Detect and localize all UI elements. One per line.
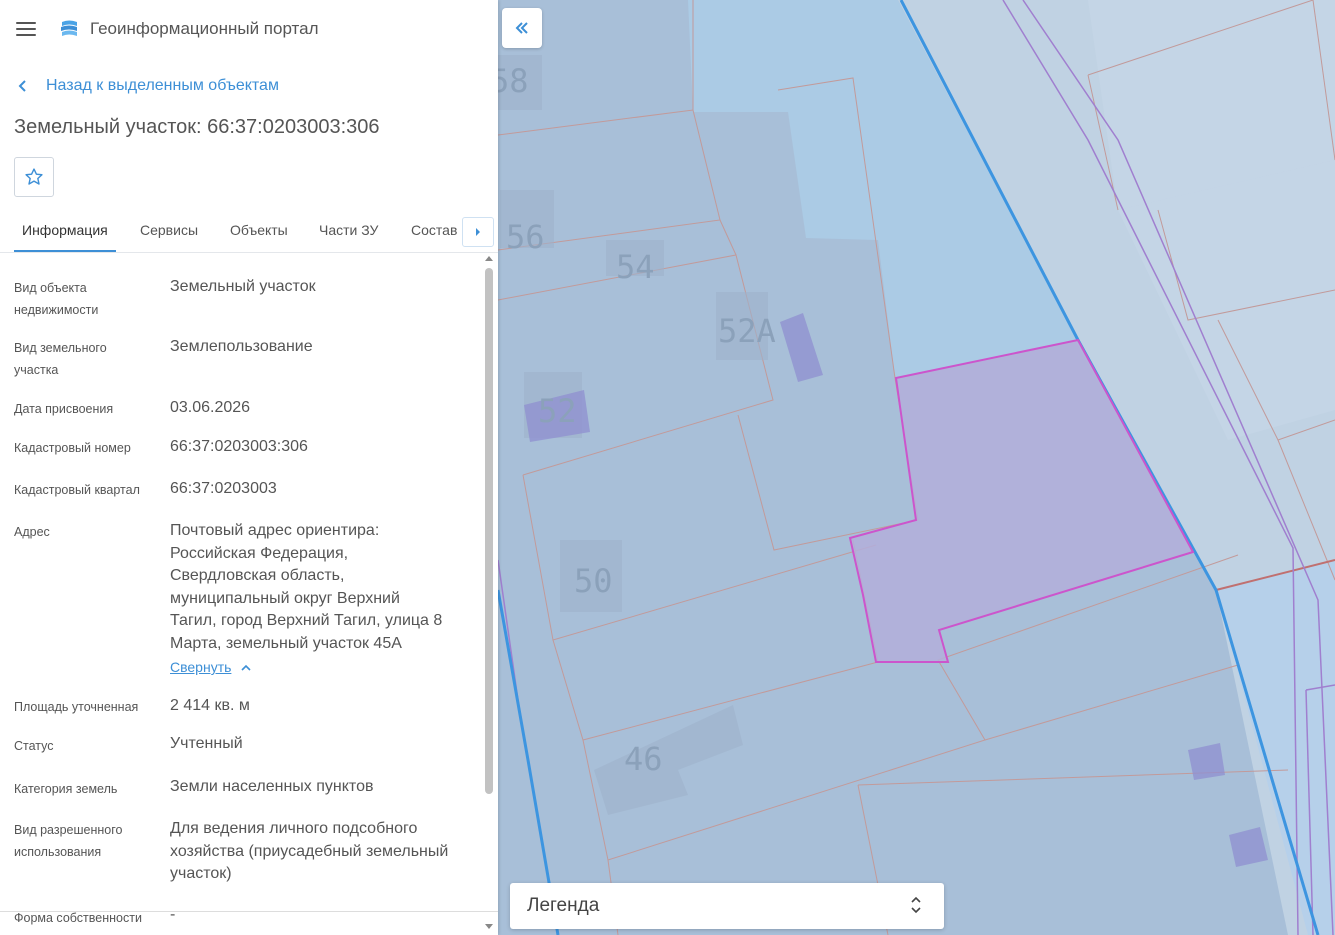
map-label-46: 46 [624,740,663,778]
land-category-value: Земли населенных пунктов [170,778,374,795]
panel-divider [0,911,498,912]
assign-date-value: 03.06.2026 [170,399,251,416]
address-line: Марта, земельный участок 45А [170,634,402,652]
tab-services[interactable]: Сервисы [140,208,198,250]
tab-information[interactable]: Информация [14,208,116,252]
info-panel: Геоинформационный портал Назад к выделен… [0,0,498,935]
object-type-value: Земельный участок [170,278,316,295]
double-chevron-left-icon [515,22,528,34]
address-line: муниципальный округ Верхний [170,589,400,607]
ownership-value: - [170,906,176,923]
logo-icon [61,20,77,36]
address-line: Российская Федерация, [170,544,349,562]
cadastral-map[interactable]: 58 56 54 52А 52 50 46 [498,0,1335,935]
details-scrollbar[interactable] [484,256,494,935]
collapse-address-link[interactable]: Свернуть [170,659,251,675]
map-label-56: 56 [506,218,545,256]
map-label-50: 50 [574,562,613,600]
address-label: Адрес [14,525,50,539]
permitted-use-line: участок) [170,865,232,882]
address-line: Тагил, город Верхний Тагил, улица 8 [170,612,443,629]
caret-right-icon [476,228,480,236]
parcel-type-label: Вид земельного участка [14,341,107,377]
permitted-use-line: Для ведения личного подсобного [170,820,418,837]
tab-bar: Информация Сервисы Объекты Части ЗУ Сост… [0,208,498,253]
scrollbar-thumb[interactable] [485,268,493,794]
permitted-use-line: хозяйства (приусадебный земельный [170,842,449,860]
sort-arrows-icon [911,896,921,914]
chevron-up-icon [241,664,251,671]
map-label-58: 58 [498,62,529,100]
back-link-label: Назад к выделенным объектам [46,77,279,94]
star-icon [25,168,43,185]
area-value: 2 414 кв. м [170,697,250,714]
land-category-label: Категория земель [14,782,118,796]
assign-date-label: Дата присвоения [14,402,114,416]
app-title: Геоинформационный портал [90,19,319,38]
map-labels: 58 56 54 52А 52 50 46 [498,62,776,778]
cadastral-quarter-value: 66:37:0203003 [170,480,277,497]
permitted-use-value: Для ведения личного подсобного хозяйства… [170,818,470,886]
object-type-label: Вид объекта недвижимости [14,281,99,317]
map-label-52: 52 [538,392,577,430]
scroll-down-arrow[interactable] [485,924,493,929]
status-label: Статус [14,739,54,753]
cadastral-quarter-label: Кадастровый квартал [14,483,140,497]
cadastral-number-label: Кадастровый номер [14,441,131,455]
collapse-panel-button[interactable] [502,8,542,48]
tab-composition[interactable]: Состав [411,208,457,250]
address-value: Почтовый адрес ориентира: Российская Фед… [170,520,470,655]
map-label-54: 54 [616,248,655,286]
tabs-scroll-right-button[interactable] [462,217,494,247]
map-label-52a: 52А [718,312,776,350]
scroll-up-arrow[interactable] [485,256,493,261]
status-value: Учтенный [170,735,243,752]
tab-parcel-parts[interactable]: Части ЗУ [319,208,378,250]
legend-dropdown[interactable]: Легенда [510,883,944,929]
parcel-type-value: Землепользование [170,338,313,355]
page-title: Земельный участок: 66:37:0203003:306 [14,116,380,138]
permitted-use-label: Вид разрешенного использования [14,823,123,859]
address-line: Свердловская область, [170,567,345,584]
back-to-selected-link[interactable]: Назад к выделенным объектам [18,75,279,97]
app-header: Геоинформационный портал [0,0,498,58]
details-list: Вид объекта недвижимости Земельный участ… [0,254,480,935]
area-label: Площадь уточненная [14,700,139,714]
legend-label: Легенда [527,895,600,916]
address-line: Почтовый адрес ориентира: [170,522,380,539]
menu-icon[interactable] [16,22,36,36]
map-view[interactable]: 58 56 54 52А 52 50 46 [498,0,1335,935]
favorite-button[interactable] [14,157,54,197]
open-area-right [1216,560,1335,935]
tab-objects[interactable]: Объекты [230,208,288,250]
chevron-left-icon [18,79,46,93]
cadastral-number-value: 66:37:0203003:306 [170,438,308,455]
collapse-label: Свернуть [170,659,232,675]
